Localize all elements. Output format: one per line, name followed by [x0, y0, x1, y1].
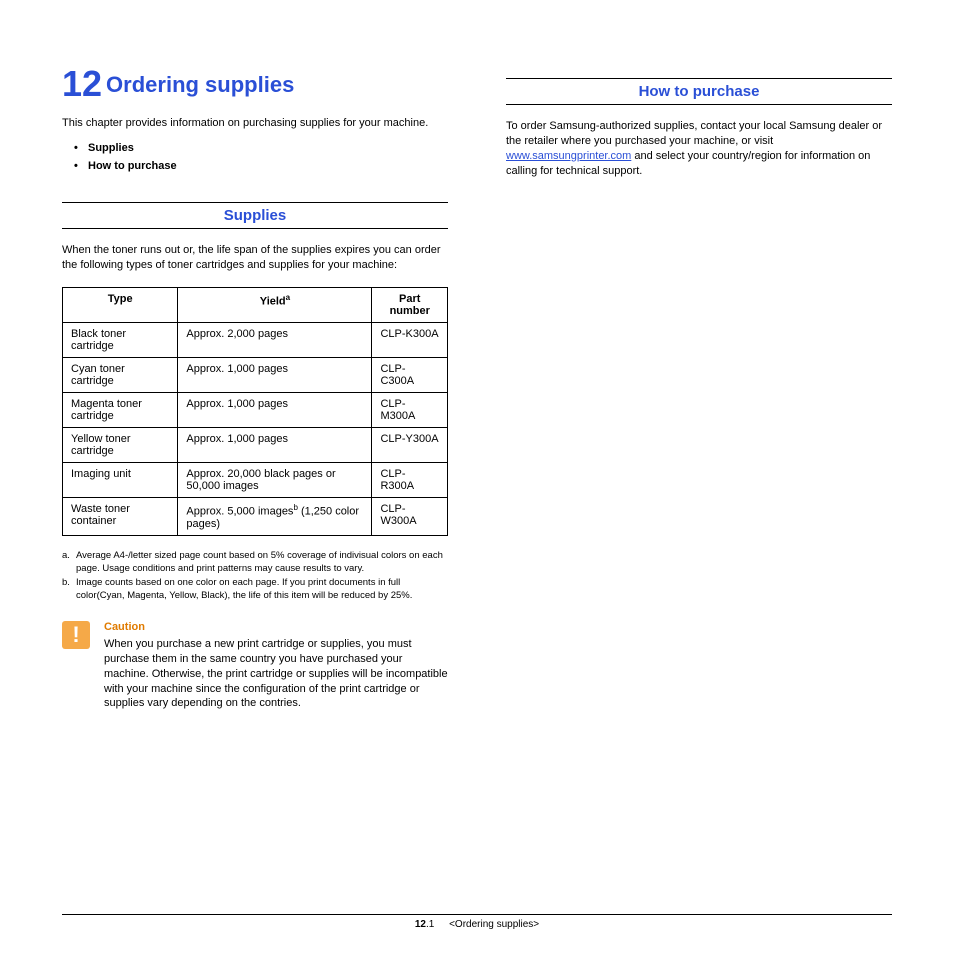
table-row: Cyan toner cartridge Approx. 1,000 pages… [63, 358, 448, 393]
table-row: Imaging unit Approx. 20,000 black pages … [63, 463, 448, 498]
table-row: Waste toner container Approx. 5,000 imag… [63, 498, 448, 536]
caution-block: ! Caution When you purchase a new print … [62, 621, 448, 711]
chapter-title-text: Ordering supplies [106, 72, 294, 97]
table-header-row: Type Yielda Part number [63, 288, 448, 323]
supplies-intro: When the toner runs out or, the life spa… [62, 243, 448, 273]
footnote-b: b. Image counts based on one color on ea… [62, 577, 448, 603]
footer-chapter: <Ordering supplies> [449, 919, 539, 930]
th-type: Type [63, 288, 178, 323]
table-row: Yellow toner cartridge Approx. 1,000 pag… [63, 428, 448, 463]
chapter-intro: This chapter provides information on pur… [62, 116, 448, 131]
th-yield: Yielda [178, 288, 372, 323]
footnotes: a. Average A4-/letter sized page count b… [62, 550, 448, 603]
section-heading-supplies: Supplies [62, 202, 448, 229]
samsung-printer-link[interactable]: www.samsungprinter.com [506, 150, 631, 162]
table-row: Magenta toner cartridge Approx. 1,000 pa… [63, 393, 448, 428]
footnote-a: a. Average A4-/letter sized page count b… [62, 550, 448, 576]
caution-title: Caution [104, 621, 448, 633]
th-part: Part number [372, 288, 448, 323]
toc-item-supplies[interactable]: Supplies [74, 142, 448, 154]
supplies-table: Type Yielda Part number Black toner cart… [62, 287, 448, 536]
chapter-toc: Supplies How to purchase [62, 142, 448, 172]
toc-item-how-to-purchase[interactable]: How to purchase [74, 160, 448, 172]
page-footer: 12.1 <Ordering supplies> [62, 914, 892, 930]
caution-icon: ! [62, 621, 90, 649]
footer-page-bold: 12 [415, 919, 426, 930]
caution-body: When you purchase a new print cartridge … [104, 637, 448, 711]
footer-page-rest: .1 [426, 919, 434, 930]
section-heading-purchase: How to purchase [506, 78, 892, 105]
chapter-title: 12Ordering supplies [62, 64, 448, 104]
chapter-number: 12 [62, 63, 102, 104]
table-row: Black toner cartridge Approx. 2,000 page… [63, 323, 448, 358]
purchase-body: To order Samsung-authorized supplies, co… [506, 119, 892, 178]
